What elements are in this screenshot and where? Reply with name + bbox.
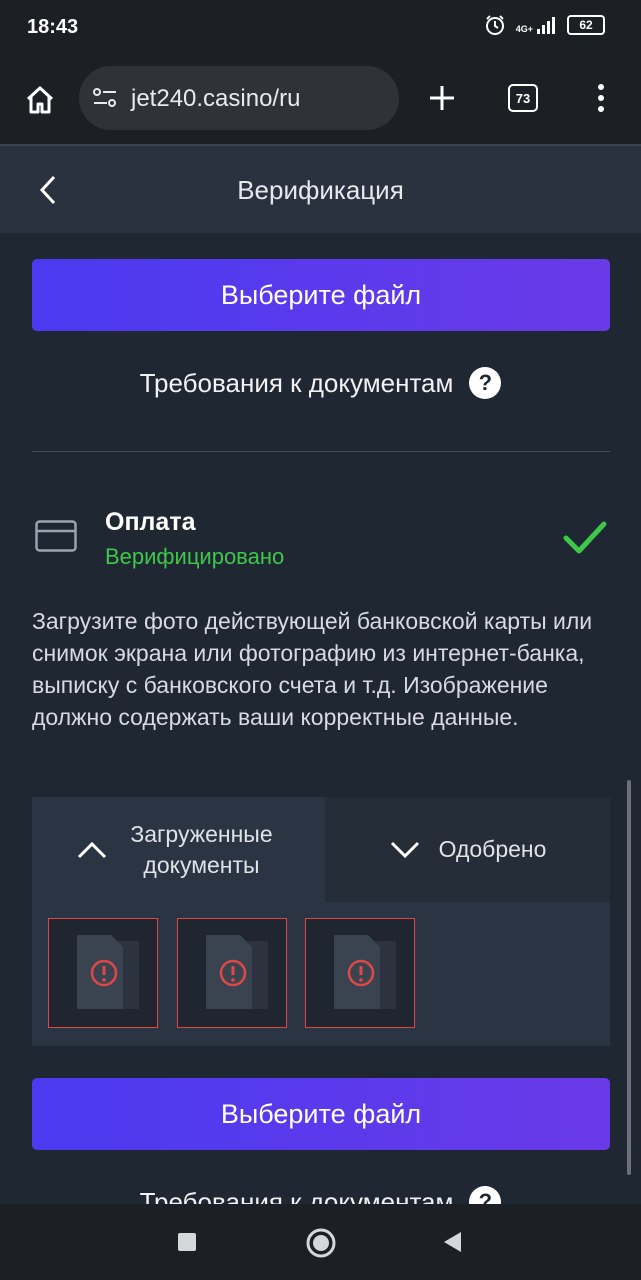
home-circle-icon	[306, 1228, 336, 1258]
chevron-up-icon	[78, 841, 107, 858]
scrollbar[interactable]	[627, 780, 631, 1175]
home-nav-button[interactable]	[302, 1224, 340, 1262]
tab-approved[interactable]: Одобрено	[325, 797, 610, 902]
back-nav-button[interactable]	[436, 1226, 468, 1258]
choose-file-label-2: Выберите файл	[220, 1098, 422, 1129]
tab-uploaded-line1: Загруженные	[130, 820, 273, 847]
battery-icon: 62	[567, 15, 605, 35]
payment-description: Загрузите фото действующей банковской ка…	[32, 608, 593, 730]
alarm-icon	[485, 15, 504, 35]
page-header: Верификация	[0, 144, 641, 235]
checkmark-icon	[563, 521, 607, 554]
tab-uploaded-line2: документы	[143, 851, 260, 878]
documents-panel: Загруженные документы Одобрено	[32, 797, 610, 1046]
document-thumbnail[interactable]	[305, 918, 415, 1028]
requirements-label-2: Требования к документам	[139, 1186, 454, 1205]
url-bar[interactable]: jet240.casino/ru	[79, 66, 399, 130]
signal-icon	[537, 17, 555, 34]
requirements-label: Требования к документам	[139, 367, 454, 398]
browser-toolbar: jet240.casino/ru 73	[0, 56, 641, 144]
section-divider	[32, 451, 610, 452]
plus-icon	[430, 86, 454, 110]
tab-uploaded-documents[interactable]: Загруженные документы	[32, 797, 317, 902]
battery-level: 62	[579, 18, 593, 32]
payment-title: Оплата	[105, 508, 196, 536]
document-error-icon	[77, 935, 139, 1009]
new-tab-button[interactable]	[424, 80, 460, 116]
document-requirements-link[interactable]: Требования к документам ?	[0, 367, 641, 399]
home-button[interactable]	[20, 80, 60, 120]
help-icon: ?	[469, 367, 502, 399]
url-text: jet240.casino/ru	[131, 85, 301, 112]
status-icons: 4G+ 62	[484, 14, 605, 36]
recents-icon	[178, 1233, 196, 1251]
choose-file-button-2[interactable]: Выберите файл	[32, 1078, 610, 1150]
status-time: 18:43	[27, 16, 79, 38]
document-requirements-link-2[interactable]: Требования к документам ?	[0, 1186, 641, 1204]
document-error-icon	[206, 935, 268, 1009]
tab-approved-label: Одобрено	[438, 836, 547, 862]
site-settings-icon	[93, 88, 116, 107]
chevron-down-icon	[390, 841, 419, 858]
verification-content: Выберите файл Требования к документам ? …	[0, 233, 641, 1204]
menu-button[interactable]	[586, 80, 616, 116]
credit-card-icon	[35, 520, 77, 552]
more-vert-icon	[598, 84, 604, 112]
home-icon	[26, 86, 54, 114]
back-triangle-icon	[444, 1232, 461, 1252]
tab-count: 73	[508, 84, 538, 112]
choose-file-label: Выберите файл	[220, 279, 422, 310]
page-title: Верификация	[237, 175, 404, 205]
choose-file-button[interactable]: Выберите файл	[32, 259, 610, 331]
document-thumbnail[interactable]	[48, 918, 158, 1028]
document-thumbnail[interactable]	[177, 918, 287, 1028]
tab-switcher-button[interactable]: 73	[505, 80, 541, 116]
help-icon: ?	[469, 1186, 502, 1204]
network-type: 4G+	[515, 24, 533, 34]
tab-uploaded-label: Загруженные документы	[130, 819, 272, 881]
system-navigation-bar	[0, 1204, 641, 1280]
status-bar: 18:43 4G+ 62	[0, 0, 641, 56]
document-error-icon	[334, 935, 396, 1009]
recents-button[interactable]	[171, 1226, 203, 1258]
payment-status: Верифицировано	[105, 544, 285, 569]
